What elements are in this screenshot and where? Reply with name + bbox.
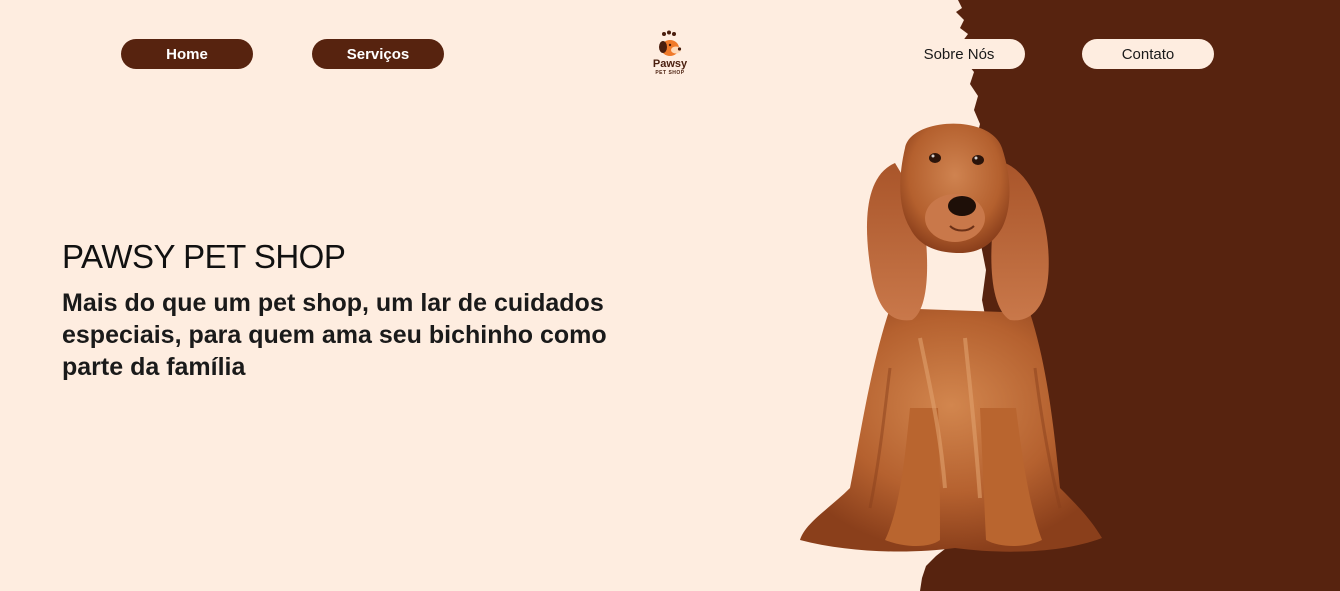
dog-paw-icon: [659, 30, 682, 56]
nav-services-button[interactable]: Serviços: [312, 39, 444, 69]
hero-title: PAWSY PET SHOP: [62, 238, 346, 275]
hero-section: PAWSY PET SHOP Mais do que um pet shop, …: [62, 236, 622, 383]
brand-logo[interactable]: Pawsy PET SHOP: [640, 30, 700, 76]
logo-subtitle: PET SHOP: [655, 70, 685, 76]
hero-tagline: Mais do que um pet shop, um lar de cuida…: [62, 289, 607, 381]
nav-contact-button[interactable]: Contato: [1082, 39, 1214, 69]
nav-about-button[interactable]: Sobre Nós: [893, 39, 1025, 69]
cocker-spaniel-image: [800, 123, 1102, 552]
logo-wordmark: Pawsy: [652, 58, 688, 70]
nav-home-button[interactable]: Home: [121, 39, 253, 69]
